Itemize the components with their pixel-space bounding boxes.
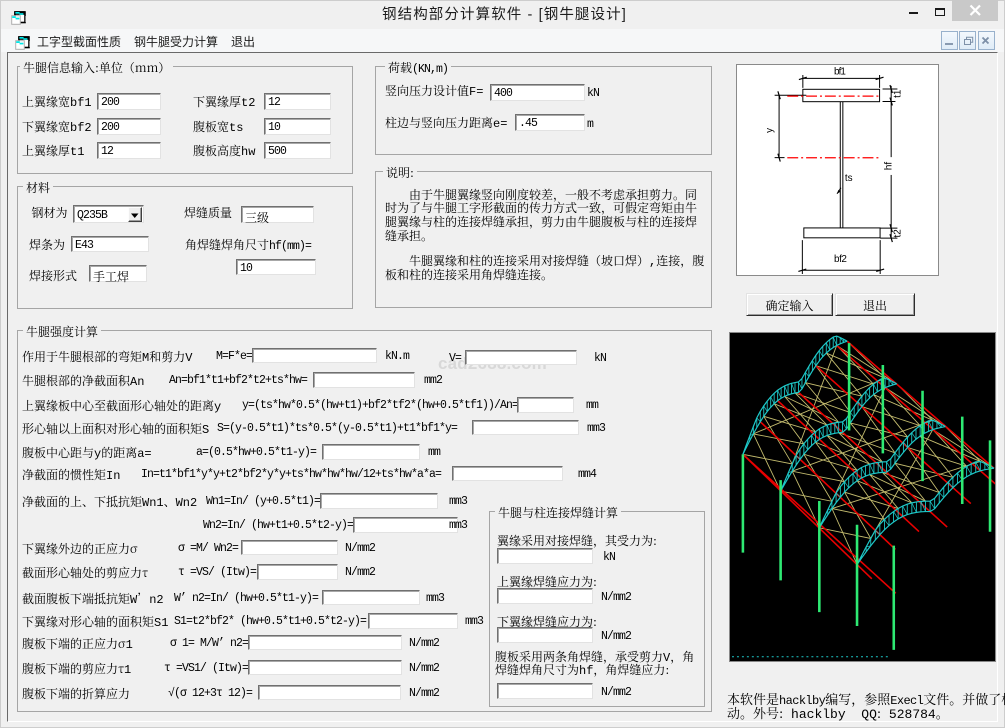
svg-text:ts: ts: [845, 173, 853, 184]
svg-text:y: y: [765, 128, 776, 133]
svg-text:t2: t2: [892, 229, 903, 237]
svg-text:hf: hf: [883, 162, 894, 171]
svg-text:t1: t1: [892, 89, 903, 98]
svg-text:bf1: bf1: [834, 66, 846, 77]
svg-text:bf2: bf2: [834, 254, 847, 265]
